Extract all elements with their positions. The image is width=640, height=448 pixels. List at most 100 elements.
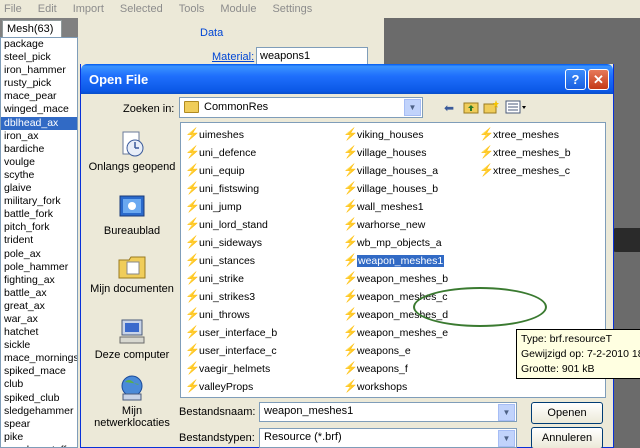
mesh-list-item[interactable]: hatchet <box>1 326 77 339</box>
open-button[interactable]: Openen <box>531 402 603 424</box>
mesh-list-item[interactable]: great_ax <box>1 300 77 313</box>
place-my-documents[interactable]: Mijn documenten <box>87 252 177 295</box>
mesh-list-item[interactable]: dblhead_ax <box>1 116 77 130</box>
file-item[interactable]: ⚡valleyProps <box>185 378 253 394</box>
mesh-list-item[interactable]: fighting_ax <box>1 274 77 287</box>
mesh-list-item[interactable]: iron_hammer <box>1 64 77 77</box>
file-item[interactable]: ⚡vaegir_helmets <box>185 360 270 376</box>
mesh-list-item[interactable]: spear <box>1 418 77 431</box>
file-item[interactable]: ⚡xtree_meshes_c <box>479 162 570 178</box>
file-item[interactable]: ⚡weapons_f <box>343 360 408 376</box>
mesh-list-item[interactable]: trident <box>1 234 77 247</box>
menu-module[interactable]: Module <box>220 3 256 15</box>
file-item[interactable]: ⚡xtree_meshes <box>479 126 559 142</box>
file-item[interactable]: ⚡uni_stances <box>185 252 255 268</box>
dialog-title-bar[interactable]: Open File ? ✕ <box>81 64 613 94</box>
file-list[interactable]: ⚡xtree_meshes_c ⚡xtree_meshes_b ⚡xtree_mes… <box>180 122 640 398</box>
file-item[interactable]: ⚡wb_mp_objects_a <box>343 234 442 250</box>
place-recent[interactable]: Onlangs geopend <box>87 130 177 173</box>
file-item[interactable]: ⚡uni_lord_stand <box>185 216 268 232</box>
mesh-list-item[interactable]: package <box>1 38 77 51</box>
file-item[interactable]: ⚡user_interface_c <box>185 342 277 358</box>
brf-file-icon: ⚡ <box>479 145 494 159</box>
chevron-down-icon[interactable]: ▼ <box>498 430 515 447</box>
file-item[interactable]: ⚡viking_houses <box>343 126 424 142</box>
file-name: wb_mp_objects_a <box>357 237 442 249</box>
mesh-list-item[interactable]: scythe <box>1 169 77 182</box>
mesh-list-item[interactable]: bardiche <box>1 143 77 156</box>
mesh-list-item[interactable]: voulge <box>1 156 77 169</box>
file-item[interactable]: ⚡weapon_meshes1 <box>343 252 445 268</box>
mesh-list-item[interactable]: pike <box>1 431 77 444</box>
file-item[interactable]: ⚡weapon_meshes_b <box>343 270 448 286</box>
mesh-list-item[interactable]: spiked_mace <box>1 365 77 378</box>
menu-settings[interactable]: Settings <box>272 3 312 15</box>
mesh-list-item[interactable]: iron_ax <box>1 130 77 143</box>
mesh-list-item[interactable]: battle_fork <box>1 208 77 221</box>
mesh-list-item[interactable]: war_ax <box>1 313 77 326</box>
chevron-down-icon[interactable]: ▼ <box>404 99 421 116</box>
menu-tools[interactable]: Tools <box>179 3 205 15</box>
help-button[interactable]: ? <box>565 69 586 90</box>
view-menu-icon[interactable] <box>505 100 527 116</box>
mesh-list-item[interactable]: pitch_fork <box>1 221 77 234</box>
mesh-list-item[interactable]: wooden_staff <box>1 444 77 447</box>
file-item[interactable]: ⚡weapon_meshes_e <box>343 324 448 340</box>
file-item[interactable]: ⚡uni_strike <box>185 270 244 286</box>
up-folder-icon[interactable] <box>463 100 479 116</box>
back-icon[interactable]: ⬅ <box>441 100 457 116</box>
file-item[interactable]: ⚡workshops <box>343 378 407 394</box>
look-in-dropdown[interactable]: CommonRes ▼ <box>179 97 423 118</box>
close-button[interactable]: ✕ <box>588 69 609 90</box>
file-item[interactable]: ⚡xtree_meshes_b <box>479 144 571 160</box>
place-my-computer[interactable]: Deze computer <box>87 318 177 361</box>
mesh-list-item[interactable]: steel_pick <box>1 51 77 64</box>
tab-mesh[interactable]: Mesh(63) <box>2 20 62 38</box>
material-label[interactable]: Material: <box>212 51 254 63</box>
file-item[interactable]: ⚡uni_jump <box>185 198 242 214</box>
place-network[interactable]: Mijn netwerklocaties <box>87 374 177 429</box>
brf-file-icon: ⚡ <box>185 271 200 285</box>
file-item[interactable]: ⚡weapon_meshes_d <box>343 306 448 322</box>
menu-import[interactable]: Import <box>73 3 104 15</box>
mesh-list-item[interactable]: club <box>1 378 77 391</box>
file-item[interactable]: ⚡uimeshes <box>185 126 244 142</box>
menu-file[interactable]: File <box>4 3 22 15</box>
mesh-list-item[interactable]: pole_ax <box>1 248 77 261</box>
mesh-list-item[interactable]: mace_morningstar <box>1 352 77 365</box>
mesh-list-item[interactable]: mace_pear <box>1 90 77 103</box>
filetype-dropdown[interactable]: Resource (*.brf) ▼ <box>259 428 517 448</box>
file-item[interactable]: ⚡village_houses_b <box>343 180 438 196</box>
mesh-list-item[interactable]: sledgehammer <box>1 405 77 418</box>
file-item[interactable]: ⚡weapon_meshes_c <box>343 288 447 304</box>
mesh-list-item[interactable]: spiked_club <box>1 392 77 405</box>
mesh-list-item[interactable]: pole_hammer <box>1 261 77 274</box>
file-item[interactable]: ⚡uni_sideways <box>185 234 262 250</box>
file-item[interactable]: ⚡wall_meshes1 <box>343 198 424 214</box>
chevron-down-icon[interactable]: ▼ <box>498 404 515 421</box>
mesh-list-item[interactable]: winged_mace <box>1 103 77 116</box>
cancel-button[interactable]: Annuleren <box>531 427 603 448</box>
file-item[interactable]: ⚡uni_throws <box>185 306 250 322</box>
mesh-list-item[interactable]: battle_ax <box>1 287 77 300</box>
file-item[interactable]: ⚡uni_fistswing <box>185 180 259 196</box>
brf-file-icon: ⚡ <box>343 361 358 375</box>
file-item[interactable]: ⚡uni_defence <box>185 144 256 160</box>
mesh-list-item[interactable]: glaive <box>1 182 77 195</box>
file-item[interactable]: ⚡user_interface_b <box>185 324 277 340</box>
filename-input[interactable]: weapon_meshes1 ▼ <box>259 402 517 422</box>
mesh-list-item[interactable]: rusty_pick <box>1 77 77 90</box>
file-item[interactable]: ⚡village_houses_a <box>343 162 438 178</box>
place-desktop[interactable]: Bureaublad <box>87 194 177 237</box>
menu-edit[interactable]: Edit <box>38 3 57 15</box>
file-item[interactable]: ⚡uni_equip <box>185 162 245 178</box>
mesh-list-item[interactable]: sickle <box>1 339 77 352</box>
file-item[interactable]: ⚡warhorse_new <box>343 216 425 232</box>
mesh-list[interactable]: package steel_pick iron_hammer rusty_pick ma… <box>0 37 78 448</box>
menu-selected[interactable]: Selected <box>120 3 163 15</box>
file-item[interactable]: ⚡weapons_e <box>343 342 411 358</box>
mesh-list-item[interactable]: military_fork <box>1 195 77 208</box>
file-item[interactable]: ⚡village_houses <box>343 144 426 160</box>
file-item[interactable]: ⚡uni_strikes3 <box>185 288 255 304</box>
new-folder-icon[interactable] <box>483 100 499 116</box>
